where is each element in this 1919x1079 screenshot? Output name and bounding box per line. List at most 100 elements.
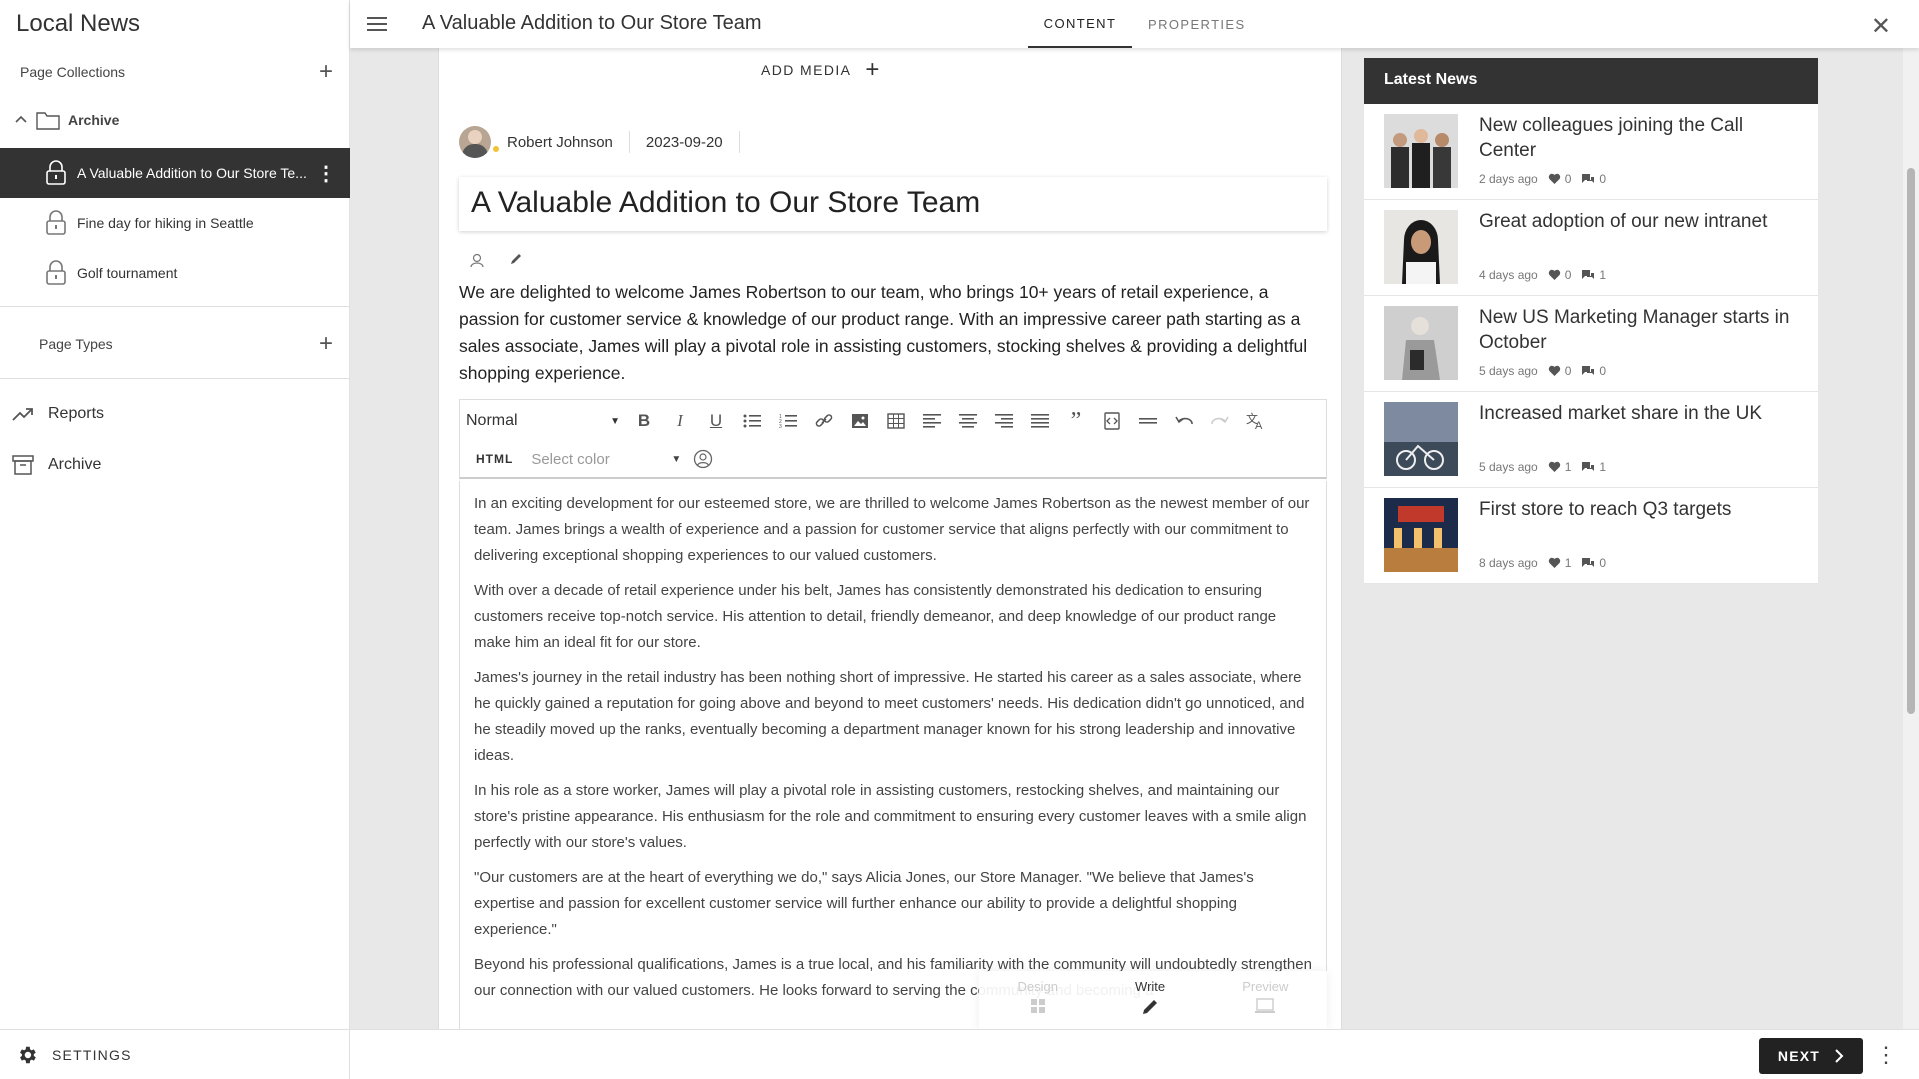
redo-icon[interactable]: [1202, 406, 1238, 436]
comments-icon[interactable]: [1581, 269, 1595, 281]
news-title[interactable]: New colleagues joining the Call Center: [1479, 113, 1799, 163]
format-value: Normal: [466, 412, 518, 429]
mode-label: Preview: [1242, 979, 1289, 994]
next-button[interactable]: NEXT: [1759, 1038, 1863, 1074]
news-item[interactable]: First store to reach Q3 targets 8 days a…: [1364, 488, 1818, 584]
latest-news-header: Latest News: [1364, 58, 1818, 104]
lead-tools: [469, 252, 523, 268]
clear-format-icon[interactable]: 文A: [1238, 406, 1274, 436]
link-icon[interactable]: [806, 406, 842, 436]
chevron-up-icon[interactable]: [14, 113, 28, 127]
ai-person-icon[interactable]: [693, 449, 713, 469]
page-item-label: Fine day for hiking in Seattle: [77, 215, 254, 231]
author-avatar[interactable]: [459, 126, 491, 158]
more-vert-icon[interactable]: ⋮: [316, 161, 336, 186]
comments-icon[interactable]: [1581, 365, 1595, 377]
news-title[interactable]: First store to reach Q3 targets: [1479, 497, 1799, 522]
ai-person-icon[interactable]: [469, 252, 485, 268]
nav-item-archive[interactable]: Archive: [12, 455, 101, 475]
pencil-icon[interactable]: [509, 252, 523, 266]
close-icon[interactable]: ✕: [1871, 12, 1891, 41]
scrollbar-thumb[interactable]: [1907, 168, 1915, 714]
page-types-label: Page Types: [39, 336, 113, 352]
color-select[interactable]: Select color ▼: [531, 446, 681, 472]
body-text-editor[interactable]: In an exciting development for our estee…: [459, 481, 1327, 1029]
heart-icon[interactable]: [1548, 365, 1561, 377]
comments-icon[interactable]: [1581, 461, 1595, 473]
author-name: Robert Johnson: [507, 133, 613, 151]
comment-count: 0: [1599, 364, 1607, 378]
nav-item-reports[interactable]: Reports: [12, 405, 104, 423]
publish-date[interactable]: 2023-09-20: [646, 134, 723, 151]
news-item[interactable]: New colleagues joining the Call Center 2…: [1364, 104, 1818, 200]
mode-write[interactable]: Write: [1135, 979, 1165, 1029]
news-title[interactable]: Increased market share in the UK: [1479, 401, 1799, 426]
underline-icon[interactable]: U: [698, 406, 734, 436]
align-left-icon[interactable]: [914, 406, 950, 436]
embed-icon[interactable]: [1094, 406, 1130, 436]
news-title[interactable]: Great adoption of our new intranet: [1479, 209, 1799, 234]
archive-folder[interactable]: Archive: [0, 110, 350, 130]
news-item[interactable]: Increased market share in the UK 5 days …: [1364, 392, 1818, 488]
hamburger-menu-icon[interactable]: [366, 14, 388, 34]
heart-icon[interactable]: [1548, 557, 1561, 569]
more-vert-icon[interactable]: ⋮: [1875, 1042, 1897, 1068]
heart-icon[interactable]: [1548, 461, 1561, 473]
align-right-icon[interactable]: [986, 406, 1022, 436]
news-meta: 5 days ago 0 0: [1479, 364, 1606, 378]
news-item[interactable]: Great adoption of our new intranet 4 day…: [1364, 200, 1818, 296]
lead-paragraph[interactable]: We are delighted to welcome James Robert…: [459, 279, 1327, 387]
heart-icon[interactable]: [1548, 173, 1561, 185]
quote-icon[interactable]: ”: [1058, 406, 1094, 436]
html-mode-button[interactable]: HTML: [470, 452, 519, 466]
news-age: 5 days ago: [1479, 460, 1538, 474]
numbered-list-icon[interactable]: 123: [770, 406, 806, 436]
mode-design[interactable]: Design: [1018, 979, 1058, 1029]
add-collection-plus-icon[interactable]: +: [314, 60, 338, 84]
page-collections-header: Page Collections +: [0, 60, 350, 84]
like-count: 0: [1564, 172, 1572, 186]
add-media-button[interactable]: ADD MEDIA +: [761, 56, 881, 83]
author-row: Robert Johnson 2023-09-20: [459, 126, 740, 158]
heart-icon[interactable]: [1548, 269, 1561, 281]
page-item-hiking-seattle[interactable]: Fine day for hiking in Seattle: [0, 198, 350, 248]
body-paragraph: "Our customers are at the heart of every…: [474, 869, 1254, 938]
plus-icon: +: [865, 56, 881, 83]
separator: [738, 131, 740, 153]
sidebar-divider: [0, 306, 350, 307]
news-age: 8 days ago: [1479, 556, 1538, 570]
presence-dot: [491, 144, 501, 154]
horizontal-rule-icon[interactable]: [1130, 406, 1166, 436]
align-justify-icon[interactable]: [1022, 406, 1058, 436]
undo-icon[interactable]: [1166, 406, 1202, 436]
news-thumbnail: [1384, 114, 1458, 188]
mode-preview[interactable]: Preview: [1242, 979, 1288, 1029]
page-types-header: Page Types +: [0, 332, 350, 356]
page-item-valuable-addition[interactable]: A Valuable Addition to Our Store Te... ⋮: [0, 148, 350, 198]
align-center-icon[interactable]: [950, 406, 986, 436]
bullet-list-icon[interactable]: [734, 406, 770, 436]
title-input[interactable]: A Valuable Addition to Our Store Team: [459, 177, 1327, 231]
document-title: A Valuable Addition to Our Store Team: [422, 12, 762, 34]
devices-icon: [1255, 998, 1276, 1013]
left-sidebar: Local News Page Collections + Archive A …: [0, 0, 350, 1079]
tab-properties[interactable]: PROPERTIES: [1148, 0, 1246, 48]
table-icon[interactable]: [878, 406, 914, 436]
comments-icon[interactable]: [1581, 557, 1595, 569]
comment-count: 1: [1599, 268, 1607, 282]
page-scrollbar[interactable]: [1903, 48, 1919, 1029]
news-item[interactable]: New US Marketing Manager starts in Octob…: [1364, 296, 1818, 392]
settings-button[interactable]: SETTINGS: [0, 1029, 350, 1079]
italic-icon[interactable]: I: [662, 406, 698, 436]
folder-icon: [36, 112, 60, 130]
news-title[interactable]: New US Marketing Manager starts in Octob…: [1479, 305, 1799, 355]
bold-icon[interactable]: B: [626, 406, 662, 436]
format-dropdown[interactable]: Normal ▼: [466, 407, 626, 435]
comments-icon[interactable]: [1581, 173, 1595, 185]
page-item-golf-tournament[interactable]: Golf tournament: [0, 248, 350, 298]
tab-content[interactable]: CONTENT: [1028, 0, 1132, 48]
editor-mode-switch: Design Write Preview: [979, 971, 1327, 1029]
news-meta: 2 days ago 0 0: [1479, 172, 1606, 186]
image-icon[interactable]: [842, 406, 878, 436]
add-page-type-plus-icon[interactable]: +: [314, 332, 338, 356]
